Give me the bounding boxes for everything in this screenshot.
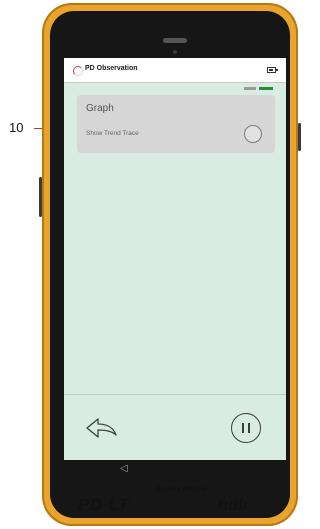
side-button-left bbox=[39, 177, 42, 217]
show-trend-trace-toggle[interactable] bbox=[244, 125, 262, 143]
android-nav-bar: ◁ bbox=[64, 460, 286, 478]
triangle-back-icon[interactable]: ◁ bbox=[120, 462, 128, 476]
module-label: Display Module bbox=[155, 486, 207, 493]
app-header: PD Observation bbox=[64, 58, 286, 83]
battery-icon bbox=[267, 67, 278, 73]
earpiece bbox=[163, 38, 187, 43]
show-trend-trace-label: Show Trend Trace bbox=[86, 130, 139, 137]
app-screen: PD Observation Graph Show Trend Trace bbox=[64, 58, 286, 460]
brand-logo: ndb bbox=[218, 494, 248, 515]
footer-divider bbox=[64, 394, 286, 395]
pause-icon bbox=[242, 423, 244, 433]
graph-card-title: Graph bbox=[86, 103, 114, 114]
app-title: PD Observation bbox=[85, 65, 138, 72]
model-logo: PD-LT bbox=[78, 495, 130, 514]
pause-icon-bar bbox=[248, 423, 250, 433]
callout-number: 10 bbox=[9, 120, 24, 135]
front-camera bbox=[173, 50, 177, 54]
loading-spinner-icon bbox=[73, 66, 83, 76]
status-indicator-grey bbox=[244, 87, 256, 90]
side-button-right bbox=[298, 123, 301, 151]
status-indicator-green bbox=[259, 87, 273, 90]
pause-button[interactable] bbox=[231, 413, 261, 443]
back-arrow-icon[interactable] bbox=[85, 416, 119, 440]
graph-setting-card[interactable]: Graph Show Trend Trace bbox=[77, 95, 275, 153]
